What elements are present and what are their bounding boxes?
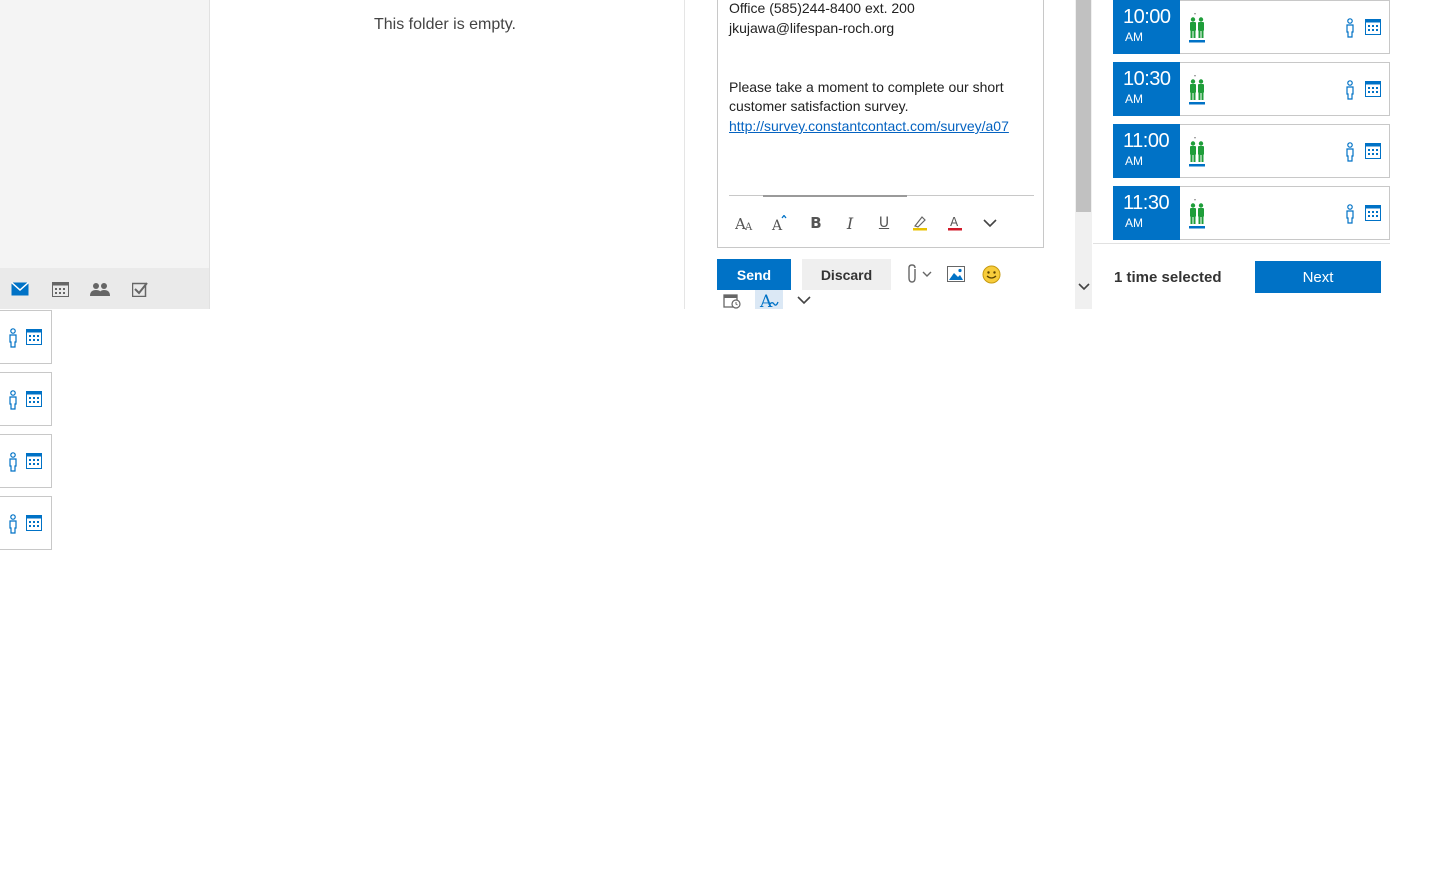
attendees-available-icon bbox=[1188, 75, 1206, 105]
tasks-icon[interactable] bbox=[131, 280, 149, 298]
italic-icon[interactable]: I bbox=[838, 210, 862, 236]
time-slot-time-block: 11:00 AM bbox=[1113, 124, 1180, 178]
person-icon[interactable] bbox=[1345, 18, 1355, 38]
signature-phone: Office (585)244-8400 ext. 200 bbox=[729, 0, 915, 16]
person-icon[interactable] bbox=[1345, 80, 1355, 100]
calendar-icon bbox=[26, 329, 42, 345]
scroll-down-chevron-icon[interactable] bbox=[1075, 276, 1092, 298]
calendar-icon[interactable] bbox=[1365, 143, 1381, 159]
svg-text:A: A bbox=[759, 292, 773, 309]
people-icon[interactable] bbox=[90, 280, 110, 298]
calendar-icon[interactable] bbox=[51, 280, 69, 298]
compose-pane: Office (585)244-8400 ext. 200 jkujawa@li… bbox=[685, 0, 1075, 309]
time-slot-fragment bbox=[0, 434, 52, 488]
time-slot[interactable]: 11:00 AM bbox=[1113, 124, 1390, 178]
calendar-icon[interactable] bbox=[1365, 19, 1381, 35]
time-picker-divider bbox=[1093, 243, 1390, 244]
svg-text:A: A bbox=[744, 222, 753, 231]
time-picker-panel: 10:00 AM 10:30 AM 11:00 AM 11:30 AM 1 time sele… bbox=[1093, 0, 1430, 309]
attach-options-chevron-icon[interactable] bbox=[919, 262, 935, 286]
person-icon bbox=[8, 514, 18, 534]
insert-picture-icon[interactable] bbox=[944, 262, 968, 286]
time-slot[interactable]: 10:00 AM bbox=[1113, 0, 1390, 54]
message-list: This folder is empty. bbox=[210, 0, 685, 309]
message-body[interactable]: Office (585)244-8400 ext. 200 jkujawa@li… bbox=[717, 0, 1044, 248]
survey-text-line-2: customer satisfaction survey. bbox=[729, 98, 909, 114]
underline-icon[interactable]: U bbox=[872, 210, 896, 236]
time-slot[interactable]: 10:30 AM bbox=[1113, 62, 1390, 116]
bold-icon[interactable]: B bbox=[804, 210, 828, 236]
folder-pane bbox=[0, 0, 210, 268]
person-icon[interactable] bbox=[1345, 204, 1355, 224]
highlight-icon[interactable] bbox=[908, 210, 932, 236]
survey-text-line-1: Please take a moment to complete our sho… bbox=[729, 79, 1004, 95]
calendar-icon bbox=[26, 391, 42, 407]
time-slot-time: 11:30 bbox=[1123, 192, 1170, 214]
selected-count-text: 1 time selected bbox=[1114, 269, 1222, 286]
time-slot-fragment bbox=[0, 372, 52, 426]
calendar-icon bbox=[26, 515, 42, 531]
more-formatting-chevron-icon[interactable] bbox=[978, 210, 1002, 236]
time-slot-fragment bbox=[0, 310, 52, 364]
time-slot-fragment bbox=[0, 496, 52, 550]
time-slot-time-block: 10:00 AM bbox=[1113, 0, 1180, 54]
person-icon[interactable] bbox=[1345, 142, 1355, 162]
font-color-icon[interactable]: A bbox=[943, 210, 967, 236]
signature-email: jkujawa@lifespan-roch.org bbox=[729, 20, 895, 36]
attendees-available-icon bbox=[1188, 199, 1206, 229]
schedule-send-icon[interactable] bbox=[720, 291, 744, 309]
person-icon bbox=[8, 390, 18, 410]
time-slot-time-block: 10:30 AM bbox=[1113, 62, 1180, 116]
scrollbar-thumb[interactable] bbox=[1076, 0, 1091, 212]
attendees-available-icon bbox=[1188, 137, 1206, 167]
empty-folder-text: This folder is empty. bbox=[374, 16, 516, 33]
time-slot[interactable]: 11:30 AM bbox=[1113, 186, 1390, 240]
time-slot-time: 10:30 bbox=[1123, 68, 1171, 90]
person-icon bbox=[8, 328, 18, 348]
mail-icon[interactable] bbox=[11, 280, 29, 298]
attendees-available-icon bbox=[1188, 13, 1206, 43]
time-slot-time: 10:00 bbox=[1123, 6, 1171, 28]
format-toolbar-divider-accent bbox=[763, 195, 907, 197]
emoji-icon[interactable] bbox=[979, 262, 1003, 286]
signature-icon[interactable]: A bbox=[755, 290, 783, 309]
time-slot-ampm: AM bbox=[1125, 154, 1143, 168]
more-options-chevron-icon[interactable] bbox=[792, 292, 816, 308]
discard-button[interactable]: Discard bbox=[802, 259, 891, 290]
svg-text:A: A bbox=[771, 218, 783, 231]
svg-text:A: A bbox=[950, 215, 959, 229]
time-slot-time: 11:00 bbox=[1123, 130, 1170, 152]
next-button[interactable]: Next bbox=[1255, 261, 1381, 293]
time-slot-ampm: AM bbox=[1125, 30, 1143, 44]
font-icon[interactable]: AA bbox=[733, 210, 757, 236]
compose-scrollbar[interactable] bbox=[1075, 0, 1092, 309]
person-icon bbox=[8, 452, 18, 472]
time-slot-ampm: AM bbox=[1125, 92, 1143, 106]
send-button[interactable]: Send bbox=[717, 259, 791, 290]
font-size-icon[interactable]: A bbox=[768, 210, 792, 236]
time-slot-time-block: 11:30 AM bbox=[1113, 186, 1180, 240]
calendar-icon[interactable] bbox=[1365, 81, 1381, 97]
module-switcher bbox=[0, 268, 210, 309]
calendar-icon bbox=[26, 453, 42, 469]
time-slot-ampm: AM bbox=[1125, 216, 1143, 230]
survey-link[interactable]: http://survey.constantcontact.com/survey… bbox=[729, 118, 1034, 134]
calendar-icon[interactable] bbox=[1365, 205, 1381, 221]
